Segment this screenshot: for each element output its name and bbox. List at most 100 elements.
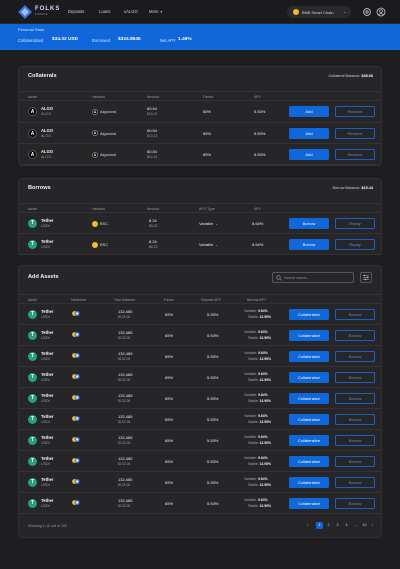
nav-xalgo[interactable]: xALGO bbox=[124, 9, 138, 14]
borrow-button[interactable]: Borrow bbox=[335, 477, 375, 488]
col-network: Network bbox=[92, 207, 106, 211]
chain-selector[interactable]: BNB Smart Chain ⌄ bbox=[287, 6, 351, 18]
amount-usd: $10.22 bbox=[147, 133, 158, 138]
col-amount: Amount bbox=[147, 207, 160, 211]
gear-icon[interactable] bbox=[362, 7, 372, 17]
nav-deposits[interactable]: Deposits bbox=[68, 9, 84, 14]
your-balance: 132,485 bbox=[118, 498, 133, 503]
nav-loans[interactable]: Loans bbox=[99, 9, 110, 14]
borrow-button[interactable]: Borrow bbox=[335, 330, 375, 341]
page-next-button[interactable]: › bbox=[369, 522, 376, 529]
page-prev-button[interactable]: ‹ bbox=[304, 522, 311, 529]
collateralize-button[interactable]: Collateralize bbox=[289, 372, 329, 383]
apy-type-select[interactable]: Variable ⌄ bbox=[199, 221, 218, 226]
pagination-summary: Showing 1-10 out of 100 bbox=[28, 524, 67, 528]
stable-label: Stable: bbox=[248, 378, 259, 382]
table-row: T Tether USDt 132,485 $132.08 65% 5.53% Variabl… bbox=[19, 304, 381, 325]
asset-symbol: Tether bbox=[41, 498, 54, 503]
remove-button[interactable]: Remove bbox=[335, 127, 375, 139]
deposit-apy: 5.53% bbox=[207, 333, 219, 338]
page-button[interactable]: 4 bbox=[343, 522, 350, 529]
borrow-button[interactable]: Borrow bbox=[335, 372, 375, 383]
variable-apy: Variable: 9.64% bbox=[244, 414, 268, 418]
page-button[interactable]: 3 bbox=[334, 522, 341, 529]
filter-button[interactable] bbox=[360, 272, 372, 283]
borrowed-label: Borrowed bbox=[92, 38, 110, 43]
borrow-button[interactable]: Borrow bbox=[289, 218, 329, 229]
algorand-network-icon: A bbox=[92, 130, 98, 136]
your-balance-usd: $132.08 bbox=[118, 420, 131, 424]
your-balance: 132,485 bbox=[118, 372, 133, 377]
collateralize-button[interactable]: Collateralize bbox=[289, 477, 329, 488]
asset-name: USDt bbox=[41, 504, 50, 508]
collateralize-button[interactable]: Collateralize bbox=[289, 498, 329, 509]
table-row: A ALGO ALGO A Algorand 60.54 $10.22 65% 5.53% Add… bbox=[19, 101, 381, 123]
add-assets-card: Add Assets Search assets... Asset Networ… bbox=[18, 265, 382, 538]
add-button[interactable]: Add bbox=[289, 149, 329, 160]
borrow-button[interactable]: Borrow bbox=[335, 393, 375, 404]
borrow-button[interactable]: Borrow bbox=[335, 351, 375, 362]
asset-name: USDt bbox=[41, 441, 50, 445]
tether-asset-icon: T bbox=[28, 478, 37, 487]
remove-button[interactable]: Remove bbox=[335, 106, 375, 117]
page-button[interactable]: 2 bbox=[325, 522, 332, 529]
tether-asset-icon: T bbox=[28, 436, 37, 445]
collateralize-button[interactable]: Collateralize bbox=[289, 330, 329, 341]
table-row: T Tether USDt BSC 8.24 $8.22 Variable ⌄ 8.64% Bor… bbox=[19, 234, 381, 255]
chevron-down-icon: ⌄ bbox=[215, 243, 218, 247]
borrow-button[interactable]: Borrow bbox=[335, 435, 375, 446]
apy-type-select[interactable]: Variable ⌄ bbox=[199, 242, 218, 247]
your-balance: 132,485 bbox=[118, 393, 133, 398]
user-icon[interactable] bbox=[376, 7, 386, 17]
borrow-button[interactable]: Borrow bbox=[335, 498, 375, 509]
network-chip-icon bbox=[72, 374, 80, 379]
your-balance: 132,485 bbox=[118, 456, 133, 461]
amount-usd: $10.22 bbox=[147, 112, 158, 116]
stable-apy: Stable: 13.95% bbox=[248, 420, 271, 424]
top-nav: FOLKS FINANCE Deposits Loans xALGO More … bbox=[0, 0, 400, 24]
variable-value: 9.64% bbox=[258, 372, 268, 376]
borrow-button[interactable]: Borrow bbox=[335, 414, 375, 425]
asset-symbol: Tether bbox=[41, 309, 54, 314]
variable-label: Variable: bbox=[244, 414, 258, 418]
apy-type-value: Variable bbox=[199, 242, 214, 247]
your-balance-usd: $132.08 bbox=[118, 483, 131, 487]
repay-button[interactable]: Repay bbox=[335, 218, 375, 229]
deposit-apy: 5.53% bbox=[207, 375, 219, 380]
stable-apy: Stable: 13.95% bbox=[248, 504, 271, 508]
folks-logo-icon[interactable] bbox=[18, 5, 32, 19]
repay-button[interactable]: Repay bbox=[335, 239, 375, 250]
collateralize-button[interactable]: Collateralize bbox=[289, 456, 329, 467]
search-input[interactable]: Search assets... bbox=[272, 272, 354, 283]
apy: 5.53% bbox=[254, 152, 266, 157]
collateralize-button[interactable]: Collateralize bbox=[289, 414, 329, 425]
your-balance-usd: $132.08 bbox=[118, 399, 131, 403]
collateralize-button[interactable]: Collateralize bbox=[289, 435, 329, 446]
deposit-apy: 5.53% bbox=[207, 354, 219, 359]
add-button[interactable]: Add bbox=[289, 127, 329, 139]
page-button[interactable]: 10 bbox=[361, 522, 368, 529]
add-button[interactable]: Add bbox=[289, 106, 329, 117]
table-row: T Tether USDt 132,485 $132.08 65% 5.53% Variabl… bbox=[19, 430, 381, 451]
borrow-button[interactable]: Borrow bbox=[335, 309, 375, 320]
variable-apy: Variable: 9.64% bbox=[244, 309, 268, 313]
search-icon bbox=[276, 275, 282, 281]
variable-apy: Variable: 9.64% bbox=[244, 393, 268, 397]
amount-usd: $10.22 bbox=[147, 155, 158, 159]
borrow-button[interactable]: Borrow bbox=[335, 456, 375, 467]
page-button[interactable]: 1 bbox=[316, 522, 323, 529]
asset-name: USDt bbox=[41, 420, 50, 424]
asset-symbol: Tether bbox=[41, 393, 54, 398]
remove-button[interactable]: Remove bbox=[335, 149, 375, 160]
collateralize-button[interactable]: Collateralize bbox=[289, 351, 329, 362]
your-balance: 132,485 bbox=[118, 330, 133, 335]
nav-more[interactable]: More ▼ bbox=[149, 9, 163, 14]
collateralize-button[interactable]: Collateralize bbox=[289, 309, 329, 320]
net-apy-value: 1.46% bbox=[178, 37, 192, 43]
stable-label: Stable: bbox=[248, 336, 259, 340]
borrow-button[interactable]: Borrow bbox=[289, 239, 329, 250]
collateralize-button[interactable]: Collateralize bbox=[289, 393, 329, 404]
factor: 65% bbox=[165, 333, 174, 338]
logo-name[interactable]: FOLKS bbox=[35, 6, 60, 12]
stable-apy: Stable: 13.95% bbox=[248, 462, 271, 466]
